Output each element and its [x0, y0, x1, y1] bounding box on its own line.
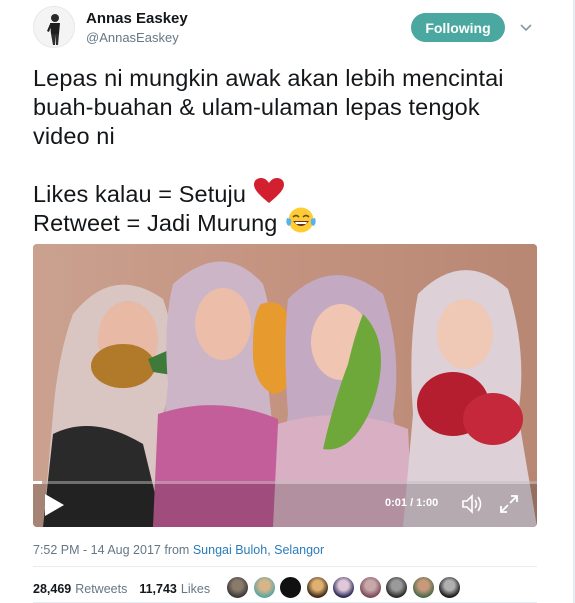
likes-line: Likes kalau = Setuju: [33, 178, 543, 211]
divider: [33, 566, 537, 567]
likes-label: Likes: [180, 582, 211, 596]
retweet-line: Retweet = Jadi Murung: [33, 206, 543, 241]
volume-icon[interactable]: [461, 494, 483, 514]
heart-emoji-icon: [253, 178, 284, 211]
retweet-line-text: Retweet = Jadi Murung: [33, 210, 278, 236]
liker-avatar[interactable]: [226, 576, 249, 599]
tears-of-joy-emoji-icon: [285, 206, 317, 241]
retweets-label: Retweets: [75, 582, 128, 596]
likes-stat[interactable]: 11,743 Likes: [139, 582, 210, 596]
liker-avatar[interactable]: [279, 576, 302, 599]
liker-avatar[interactable]: [252, 576, 276, 599]
timestamp[interactable]: 7:52 PM - 14 Aug 2017 from: [33, 543, 193, 557]
tweet-meta: 7:52 PM - 14 Aug 2017 from Sungai Buloh,…: [33, 543, 324, 557]
avatar[interactable]: [33, 6, 75, 48]
liker-avatars: [226, 576, 465, 599]
liker-avatar[interactable]: [305, 576, 329, 599]
tweet-line: video ni: [33, 123, 115, 149]
location-link[interactable]: Sungai Buloh, Selangor: [193, 543, 324, 557]
video-controls: 0:01 / 1:00: [33, 481, 537, 527]
liker-avatar[interactable]: [332, 576, 355, 599]
retweets-count: 28,469: [33, 582, 72, 596]
liker-avatar[interactable]: [411, 576, 435, 599]
liker-avatar[interactable]: [438, 576, 461, 599]
tweet-text: Lepas ni mungkin awak akan lebih mencint…: [33, 64, 543, 238]
retweets-stat[interactable]: 28,469 Retweets: [33, 582, 127, 596]
play-icon[interactable]: [43, 493, 65, 517]
tweet-header: Annas Easkey @AnnasEaskey Following: [33, 6, 555, 50]
video-player[interactable]: 0:01 / 1:00: [33, 244, 537, 527]
likes-line-text: Likes kalau = Setuju: [33, 181, 246, 207]
caret-down-icon[interactable]: [519, 20, 533, 34]
progress-fill: [33, 481, 42, 484]
liker-avatar[interactable]: [358, 576, 382, 599]
tweet-line: Lepas ni mungkin awak akan lebih mencint…: [33, 65, 504, 91]
tweet-line: buah-buahan & ulam-ulaman lepas tengok: [33, 94, 480, 120]
fullscreen-icon[interactable]: [499, 494, 519, 514]
progress-bar[interactable]: [33, 481, 537, 484]
tweet-stats: 28,469 Retweets 11,743 Likes: [33, 577, 222, 601]
display-name[interactable]: Annas Easkey: [86, 10, 188, 27]
liker-avatar[interactable]: [385, 576, 408, 599]
following-button[interactable]: Following: [411, 13, 505, 42]
user-handle[interactable]: @AnnasEaskey: [86, 30, 179, 45]
likes-count: 11,743: [139, 582, 177, 596]
video-time: 0:01 / 1:00: [385, 497, 439, 509]
